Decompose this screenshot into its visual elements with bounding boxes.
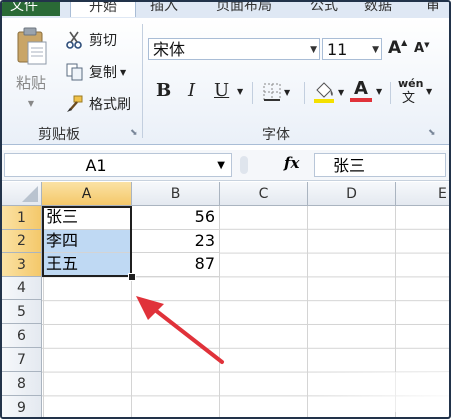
formula-bar: A1 ▼ fx 张三	[2, 150, 449, 181]
copy-dropdown-icon[interactable]: ▼	[120, 68, 126, 77]
grow-font-button[interactable]: A ▲	[388, 38, 407, 58]
grow-font-label: A	[388, 38, 402, 58]
underline-label: U	[214, 80, 230, 101]
copy-button[interactable]: 复制 ▼	[66, 62, 126, 82]
formula-content: 张三	[333, 156, 366, 175]
font-color-letter: A	[354, 78, 368, 99]
formula-input[interactable]: 张三	[314, 153, 446, 177]
borders-dropdown-icon[interactable]: ▼	[284, 88, 290, 97]
copy-icon	[66, 63, 83, 81]
underline-dropdown-icon[interactable]: ▼	[237, 87, 243, 96]
font-color-dropdown-icon[interactable]: ▼	[376, 87, 382, 96]
paste-icon	[17, 27, 47, 65]
font-color-bar-icon	[350, 98, 372, 102]
clipboard-dialog-launcher[interactable]: ⬊	[130, 128, 138, 138]
fx-button[interactable]: fx	[284, 154, 299, 172]
cell-b2[interactable]: 23	[132, 230, 220, 253]
borders-button[interactable]: ▼	[262, 82, 290, 102]
grow-font-arrow-icon: ▲	[401, 38, 408, 47]
column-header-d[interactable]: D	[308, 182, 396, 206]
phonetic-dropdown-icon[interactable]: ▼	[426, 87, 432, 96]
font-size-dropdown-icon[interactable]: ▼	[372, 39, 379, 61]
border-icon	[263, 83, 281, 101]
paste-label: 粘贴	[15, 74, 46, 92]
copy-label: 复制	[89, 65, 117, 81]
font-name-dropdown-icon[interactable]: ▼	[310, 39, 317, 61]
italic-button[interactable]: I	[188, 80, 195, 101]
column-header-c[interactable]: C	[220, 182, 308, 206]
phonetic-icon: 文	[402, 91, 415, 104]
font-name-value: 宋体	[153, 40, 186, 59]
underline-button[interactable]: U	[214, 80, 229, 101]
tab-review[interactable]: 审	[426, 2, 440, 16]
select-all-triangle	[22, 186, 38, 202]
row-header-5[interactable]: 5	[2, 300, 42, 324]
fill-color-dropdown-icon[interactable]: ▼	[338, 88, 344, 97]
cell-b1[interactable]: 56	[132, 206, 220, 230]
font-size-value: 11	[327, 40, 348, 59]
shrink-font-label: A	[414, 41, 425, 56]
scissors-icon	[66, 31, 82, 49]
tab-formulas[interactable]: 公式	[310, 2, 338, 16]
divider	[304, 82, 305, 104]
column-header-a[interactable]: A	[42, 182, 132, 206]
format-painter-icon	[67, 95, 83, 112]
shrink-font-arrow-icon: ▼	[424, 41, 430, 49]
bottom-watermark	[302, 372, 449, 412]
font-name-select[interactable]: 宋体 ▼	[148, 38, 320, 60]
name-box-value: A1	[85, 156, 107, 175]
tab-file[interactable]: 文件	[2, 2, 60, 16]
row-header-1[interactable]: 1	[2, 206, 42, 230]
paste-dropdown-icon[interactable]: ▼	[28, 99, 34, 108]
cut-button[interactable]: 剪切	[66, 30, 117, 50]
row-header-6[interactable]: 6	[2, 324, 42, 348]
row-header-4[interactable]: 4	[2, 277, 42, 300]
format-painter-label: 格式刷	[89, 97, 131, 113]
name-box-dropdown-icon[interactable]: ▼	[217, 154, 225, 178]
row-header-7[interactable]: 7	[2, 348, 42, 372]
row-header-2[interactable]: 2	[2, 230, 42, 253]
font-color-button[interactable]: A	[350, 80, 372, 102]
paste-button[interactable]: 粘贴 ▼	[10, 26, 52, 118]
selection-border	[42, 206, 132, 277]
phonetic-button[interactable]: wén 文	[398, 77, 424, 105]
group-divider	[142, 24, 143, 138]
divider	[252, 82, 253, 104]
red-arrow	[136, 296, 224, 364]
select-all-button[interactable]	[2, 182, 42, 206]
fill-color-icon	[314, 82, 334, 103]
row-header-3[interactable]: 3	[2, 253, 42, 277]
font-size-select[interactable]: 11 ▼	[322, 38, 382, 60]
fill-handle[interactable]	[128, 273, 136, 281]
column-header-e[interactable]: E	[396, 182, 449, 206]
column-header-b[interactable]: B	[132, 182, 220, 206]
row-header-9[interactable]: 9	[2, 396, 42, 417]
clipboard-group-label: 剪贴板	[38, 127, 80, 143]
divider	[390, 82, 391, 104]
tab-home[interactable]: 开始	[70, 2, 136, 17]
tab-insert[interactable]: 插入	[150, 2, 178, 16]
fx-icon: fx	[284, 154, 300, 172]
row-header-8[interactable]: 8	[2, 372, 42, 396]
cut-label: 剪切	[89, 33, 117, 49]
excel-window: 文件 开始 插入 页面布局 公式 数据 审 粘贴 ▼ 剪切 复制 ▼ 格式刷 剪…	[0, 0, 451, 419]
fill-color-button[interactable]: ▼	[312, 80, 344, 104]
phonetic-label: wén	[398, 77, 424, 90]
ribbon-tab-bar: 文件 开始 插入 页面布局 公式 数据 审	[2, 2, 449, 18]
ribbon: 粘贴 ▼ 剪切 复制 ▼ 格式刷 剪贴板 ⬊ 宋体 ▼ 11 ▼ A ▲ A ▼…	[2, 18, 449, 145]
formula-bar-expander[interactable]	[240, 156, 248, 174]
shrink-font-button[interactable]: A ▼	[414, 41, 429, 56]
bold-button[interactable]: B	[156, 80, 171, 101]
svg-text:文: 文	[402, 91, 415, 104]
cell-b3[interactable]: 87	[132, 253, 220, 277]
tab-data[interactable]: 数据	[364, 2, 392, 16]
font-group-label: 字体	[262, 127, 290, 143]
tab-page-layout[interactable]: 页面布局	[216, 2, 272, 16]
format-painter-button[interactable]: 格式刷	[66, 94, 131, 114]
name-box[interactable]: A1 ▼	[4, 153, 232, 177]
font-dialog-launcher[interactable]: ⬊	[428, 128, 436, 138]
